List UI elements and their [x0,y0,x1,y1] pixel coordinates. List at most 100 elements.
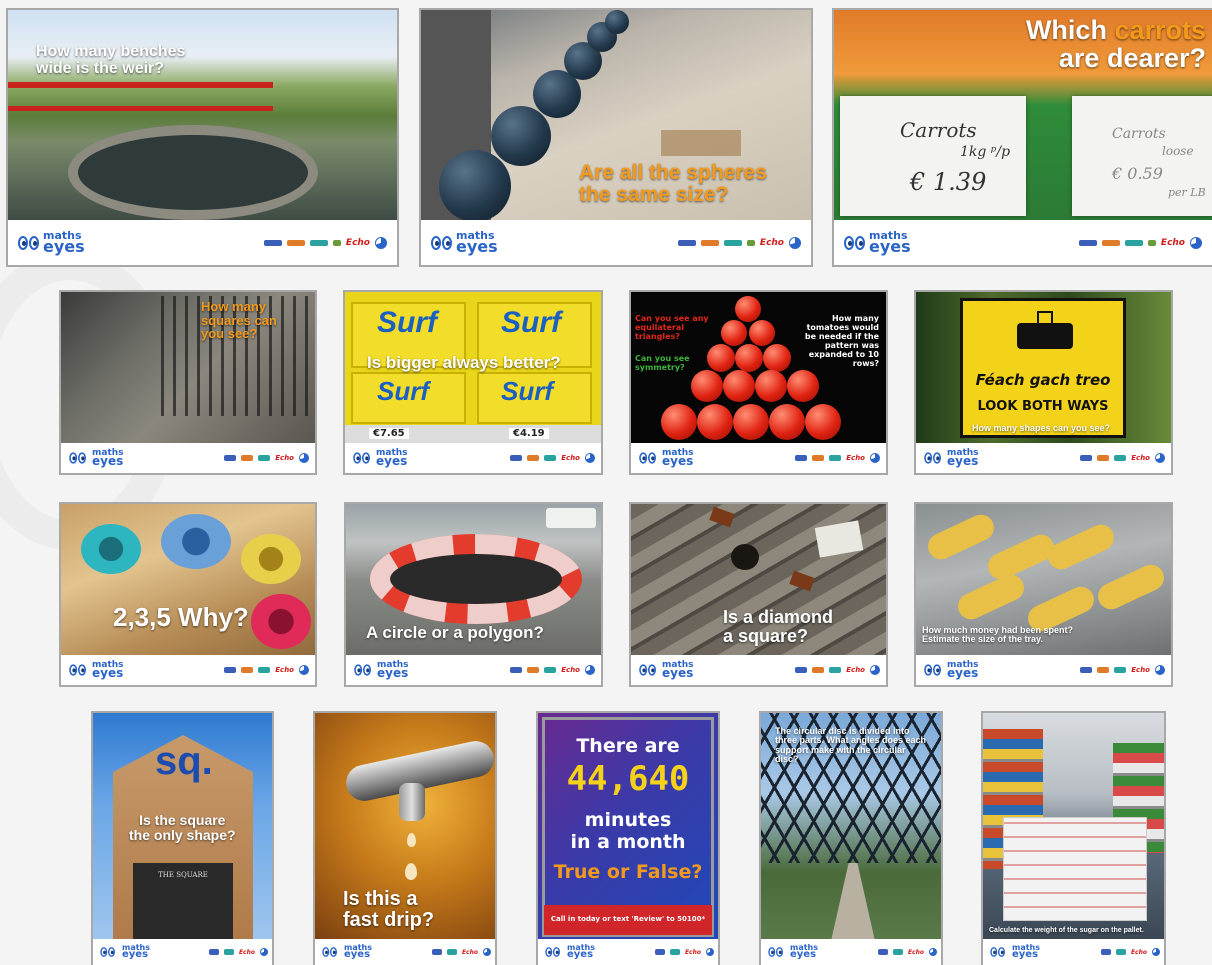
poster-surf[interactable]: Surf Surf Surf Surf €7.65 €4.19 Is bigge… [343,290,603,475]
swirl-icon [260,948,268,956]
sponsor-logos: Echo [1078,236,1202,249]
eyes-icon [545,946,560,959]
sponsor-logos: Echo [877,948,937,956]
surf-brand: Surf [377,306,437,339]
poster-diamond[interactable]: Is a diamond a square? maths eyes Echo [629,502,888,687]
poster-photo: A circle or a polygon? [346,504,601,657]
maths-eyes-logo: maths eyes [922,660,979,679]
eyes-icon [69,451,87,465]
poster-spheres[interactable]: Are all the spheres the same size? maths e… [419,8,813,267]
poster-footer: maths eyes Echo [346,655,601,685]
poster-weir[interactable]: How many benches wide is the weir? maths… [6,8,399,267]
poster-photo: How many benches wide is the weir? [8,10,397,222]
swirl-icon [789,236,801,249]
minutes-number: 44,640 [566,759,690,799]
sq-sign: sq. [155,739,213,783]
poster-footer: maths eyes Echo [916,443,1171,473]
price-sign-right: Carrots loose € 0.59 per LB [1072,96,1212,216]
maths-eyes-logo: maths eyes [431,230,498,254]
eyes-icon [100,946,115,959]
poster-eclairs[interactable]: How much money had been spent? Estimate t… [914,502,1173,687]
sponsor-logos: Echo [224,453,309,463]
poster-caption: How many squares can you see? [201,299,277,342]
poster-caption: Is this a fast drip? [343,888,435,931]
poster-footer: maths eyes Echo [916,655,1171,685]
sugar-pallet [1003,817,1147,921]
maths-eyes-logo: maths eyes [351,448,408,467]
poster-tap[interactable]: Is this a fast drip? maths eyes Echo [313,711,497,965]
swirl-icon [299,453,309,463]
poster-caption: How many shapes can you see? [972,423,1111,433]
eyes-icon [844,234,866,252]
eyes-icon [322,946,337,959]
poster-sugar[interactable]: Calculate the weight of the sugar on the… [981,711,1166,965]
eyes-icon [639,663,657,677]
poster-photo: Can you see any equilateral triangles? C… [631,292,886,445]
swirl-icon [1155,665,1165,675]
hole [731,544,759,570]
roller [251,594,311,649]
van [546,508,596,528]
poster-minutes[interactable]: There are 44,640 minutes in a month True… [536,711,720,965]
poster-tomatoes[interactable]: Can you see any equilateral triangles? C… [629,290,888,475]
poster-footer: maths eyes Echo [421,220,811,265]
tap-spout [399,783,425,821]
question-white: How many tomatoes would be needed if the… [804,314,879,368]
sponsor-logos: Echo [1080,665,1165,675]
poster-the-square[interactable]: THE SQUARE sq. Is the square the only sha… [91,711,274,965]
poster-caption: How much money had been spent? Estimate t… [922,625,1074,645]
walkway [831,863,875,941]
poster-tram-sign[interactable]: Féach gach treo LOOK BOTH WAYS How many … [914,290,1173,475]
poster-photo: There are 44,640 minutes in a month True… [538,713,718,941]
maths-eyes-logo: maths eyes [67,660,124,679]
sponsor-logos: Echo [208,948,268,956]
surf-brand: Surf [501,376,553,406]
poster-carrots[interactable]: Carrots 1kg ᵖ/p € 1.39 Carrots loose € 0… [832,8,1212,267]
poster-squares[interactable]: How many squares can you see? maths eyes … [59,290,317,475]
maths-eyes-logo: maths eyes [542,943,595,961]
poster-photo: Calculate the weight of the sugar on the… [983,713,1164,941]
poster-photo: How much money had been spent? Estimate t… [916,504,1171,657]
poster-caption: Is the square the only shape? [129,812,236,843]
poster-footer: maths eyes Echo [61,655,315,685]
maths-eyes-logo: maths eyes [97,943,150,961]
maths-eyes-logo: maths eyes [18,230,85,254]
eclair [1093,560,1169,614]
swirl-icon [870,453,880,463]
building-sign: THE SQUARE [158,871,208,879]
poster-footer: maths eyes Echo [345,443,601,473]
question-green: Can you see symmetry? [635,354,690,372]
rust-plate [709,506,735,528]
poster-barriers[interactable]: A circle or a polygon? maths eyes Echo [344,502,603,687]
swirl-icon [706,948,714,956]
eyes-icon [990,946,1005,959]
poster-photo: Carrots 1kg ᵖ/p € 1.39 Carrots loose € 0… [834,10,1212,222]
roller [161,514,231,569]
poster-footer: maths eyes Echo [538,939,718,965]
eyes-icon [354,663,372,677]
sponsor-logos: Echo [224,665,309,675]
poster-caption: The circular disc is divided into three … [775,726,927,765]
maths-eyes-logo: maths eyes [352,660,409,679]
poster-photo: Is a diamond a square? [631,504,886,657]
eyes-icon [431,234,453,252]
eyes-icon [353,451,371,465]
poster-canopy[interactable]: The circular disc is divided into three … [759,711,943,965]
tram-icon [1037,311,1053,323]
roller [241,534,301,584]
poster-photo: How many squares can you see? [61,292,315,445]
poster-rollers[interactable]: 2,3,5 Why? maths eyes Echo [59,502,317,687]
water-drop [405,863,417,880]
eclair [1043,520,1119,574]
water-drop [407,833,416,847]
sponsor-logos: Echo [1100,948,1160,956]
poster-caption: Calculate the weight of the sugar on the… [989,927,1144,934]
maths-eyes-logo: maths eyes [319,943,372,961]
maths-eyes-logo: maths eyes [67,448,124,467]
red-railing [8,106,273,111]
swirl-icon [1155,453,1165,463]
eyes-icon [69,663,87,677]
eclair [923,510,999,564]
weir-pool [68,125,318,220]
poster-photo: Surf Surf Surf Surf €7.65 €4.19 Is bigge… [345,292,601,445]
